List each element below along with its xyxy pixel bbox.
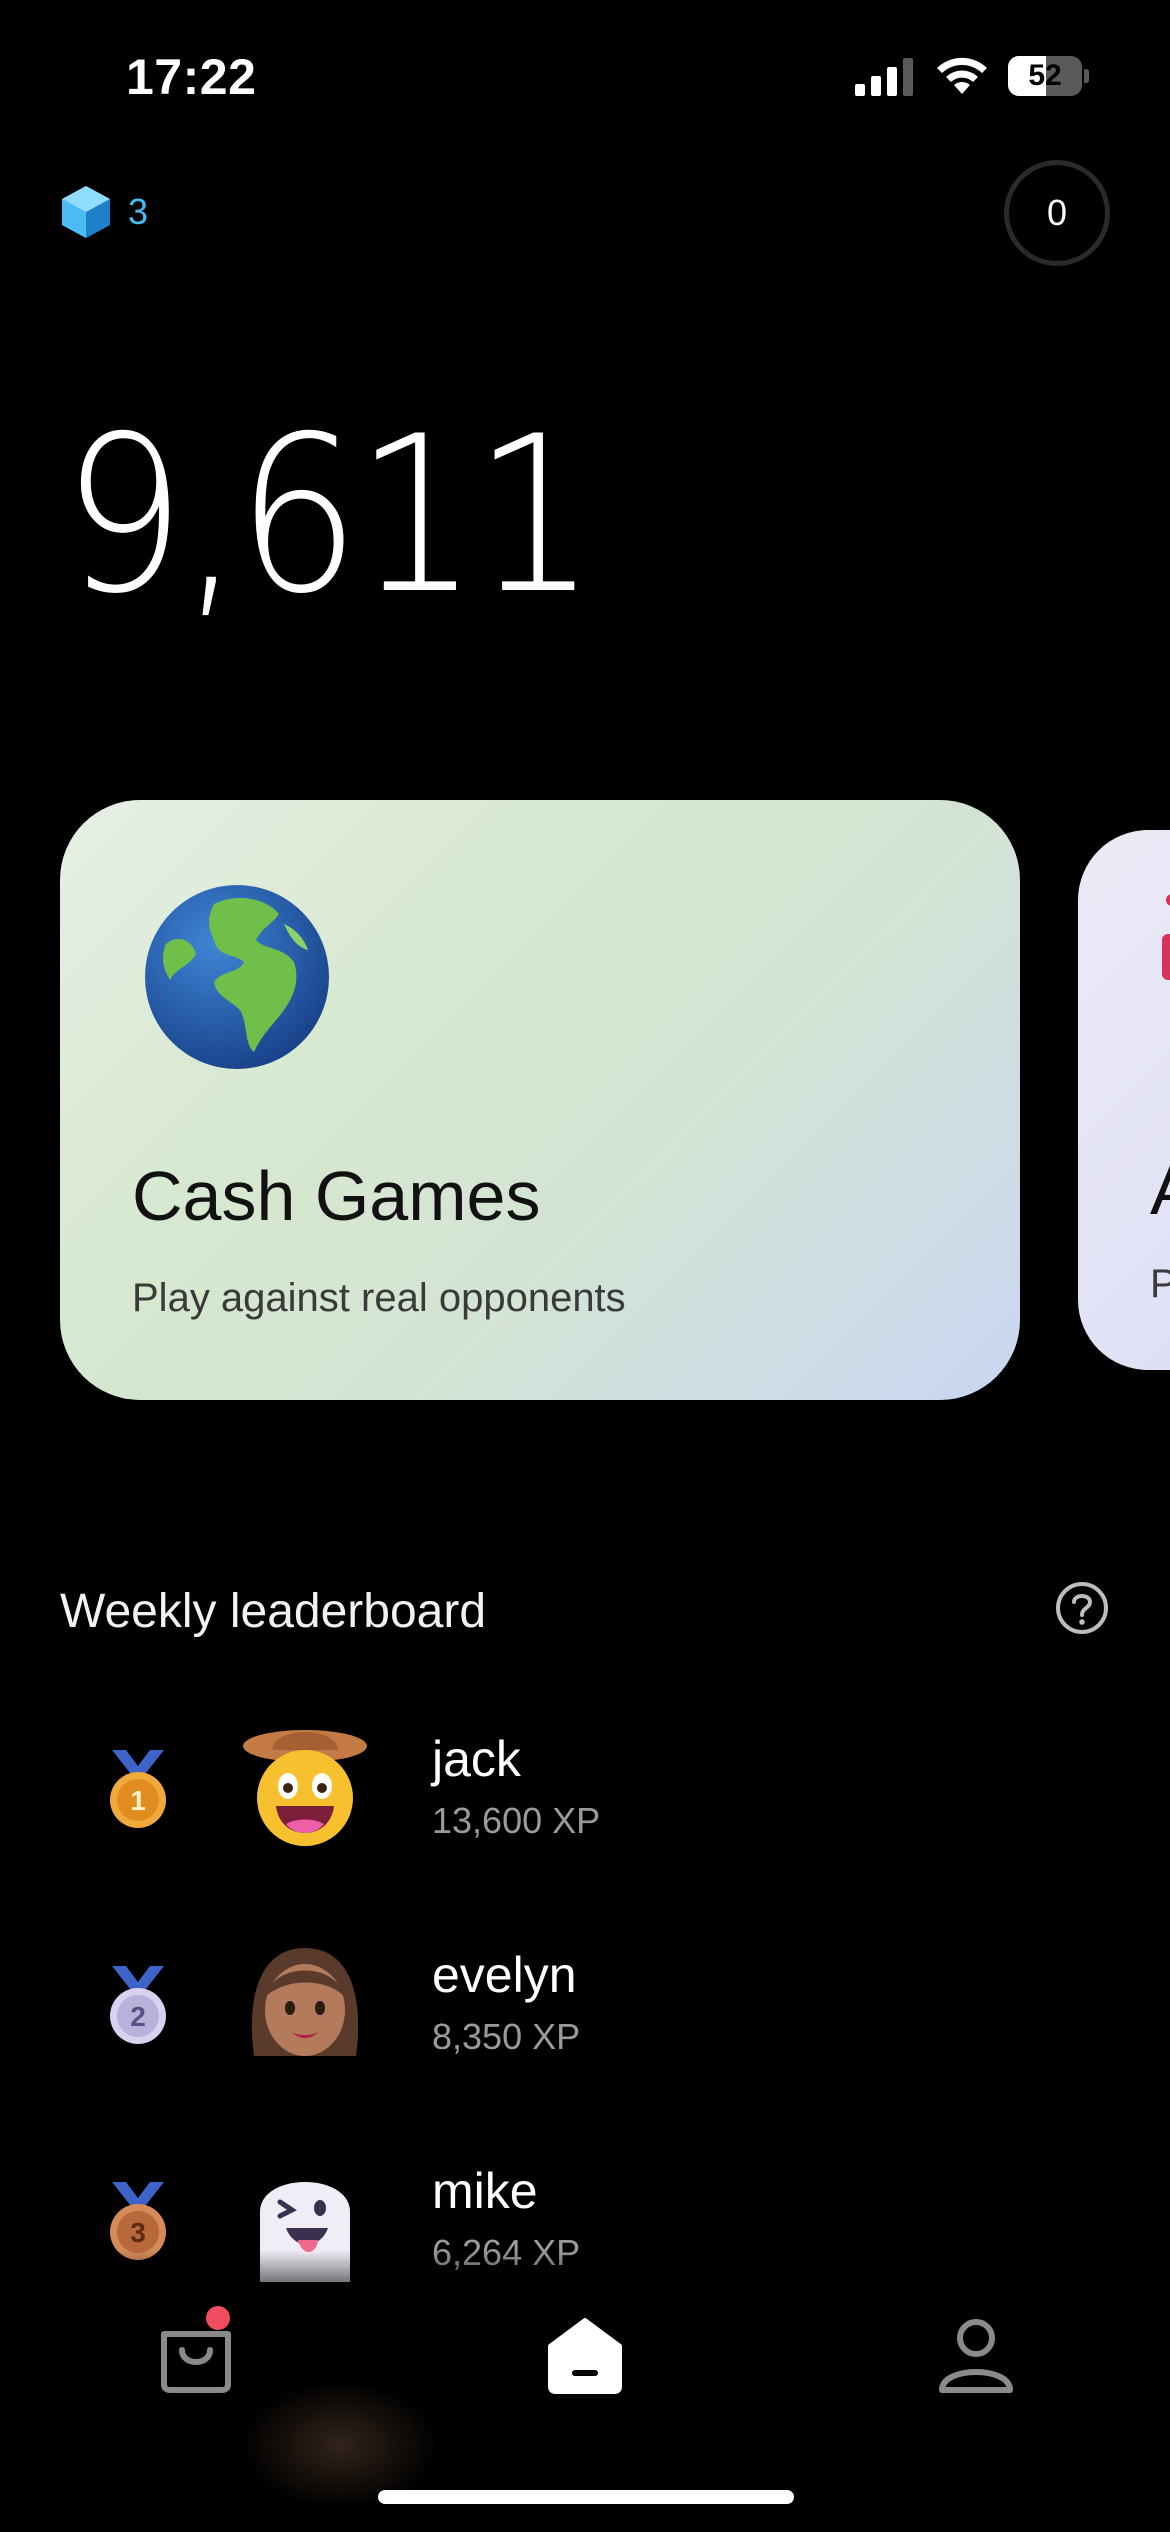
second-game-card[interactable]: A P (1078, 830, 1170, 1370)
player-name: evelyn (432, 1947, 577, 2003)
home-icon[interactable] (546, 2316, 624, 2394)
gem-icon (62, 186, 110, 238)
card-subtitle: P (1150, 1262, 1170, 1306)
status-time: 17:22 (126, 49, 257, 105)
rank-number: 1 (130, 1785, 146, 1816)
rank-number: 3 (130, 2217, 146, 2248)
notification-dot (206, 2306, 230, 2330)
player-xp: 13,600 XP (432, 1800, 601, 1841)
gem-count: 3 (128, 191, 149, 232)
cellular-signal-icon (855, 58, 913, 96)
gold-medal-icon: 1 (110, 1750, 166, 1828)
globe-icon (145, 885, 329, 1069)
partial-icon (1162, 894, 1170, 980)
battery-percent: 52 (1028, 59, 1062, 92)
rank-number: 2 (130, 2001, 146, 2032)
profile-icon[interactable] (936, 2314, 1016, 2394)
wifi-icon (937, 57, 987, 94)
home-screen: 17:22 52 3 0 9,611 Cash Games Play again… (0, 0, 1170, 2532)
battery-icon: 52 (1008, 56, 1089, 96)
help-icon[interactable] (1054, 1580, 1110, 1636)
player-name: mike (432, 2163, 538, 2219)
player-xp: 8,350 XP (432, 2016, 581, 2057)
leaderboard-list: 1 jack 13,600 XP 2 evelyn 8,350 XP 3 mik… (0, 1700, 1170, 2300)
leaderboard-row[interactable]: 1 jack 13,600 XP (0, 1700, 1170, 1916)
home-indicator (378, 2490, 794, 2504)
card-title: A (1150, 1150, 1170, 1230)
woman-face-avatar (251, 1948, 359, 2056)
cowboy-face-avatar (243, 1730, 367, 1846)
player-name: jack (432, 1731, 521, 1787)
balance-amount: 9,611 (62, 390, 597, 641)
coin-counter-button[interactable]: 0 (1004, 160, 1110, 266)
leaderboard-title: Weekly leaderboard (60, 1585, 487, 1638)
silver-medal-icon: 2 (110, 1966, 166, 2044)
card-subtitle: Play against real opponents (132, 1276, 626, 1320)
cash-games-card[interactable]: Cash Games Play against real opponents (60, 800, 1020, 1400)
leaderboard-row[interactable]: 2 evelyn 8,350 XP (0, 1916, 1170, 2132)
card-title: Cash Games (132, 1157, 541, 1235)
gem-balance[interactable]: 3 (60, 184, 148, 240)
